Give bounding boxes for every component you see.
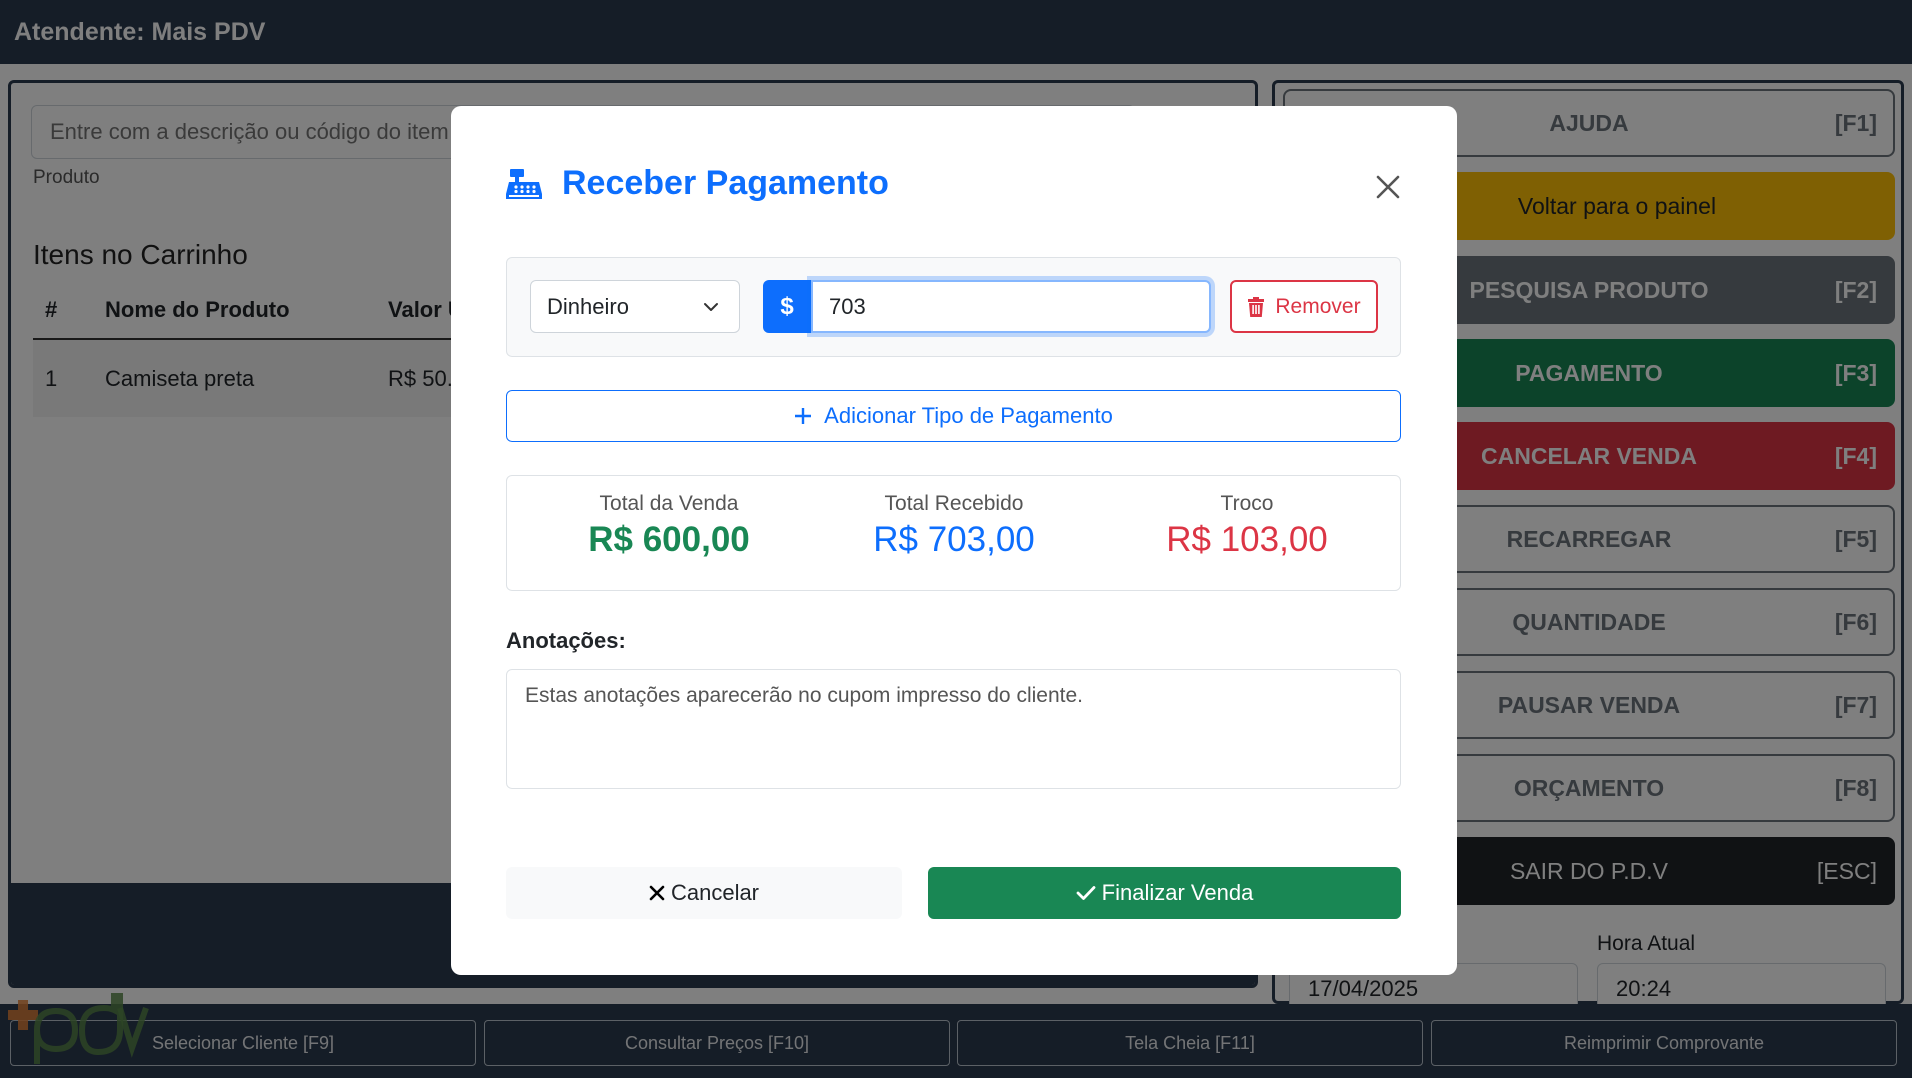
notes-label: Anotações:: [506, 628, 626, 653]
add-payment-type-label: Adicionar Tipo de Pagamento: [824, 403, 1113, 428]
remove-payment-button[interactable]: Remover: [1230, 280, 1378, 333]
modal-header: Receber Pagamento: [506, 164, 889, 203]
payment-method-select[interactable]: Dinheiro: [530, 280, 740, 333]
finalize-label: Finalizar Venda: [1101, 880, 1254, 905]
cash-register-icon: [506, 168, 542, 199]
check-icon: [1076, 886, 1096, 900]
chevron-down-icon: [704, 303, 718, 311]
total-sale-label: Total da Venda: [599, 492, 739, 515]
plus-icon: [795, 408, 812, 424]
add-payment-type-button[interactable]: Adicionar Tipo de Pagamento: [506, 390, 1401, 442]
modal-title: Receber Pagamento: [562, 164, 889, 202]
total-sale-summary: Total da Venda R$ 600,00: [539, 492, 799, 560]
change-value: R$ 103,00: [1166, 520, 1328, 559]
change-label: Troco: [1220, 492, 1274, 515]
x-icon: [649, 885, 665, 901]
receive-payment-modal: Receber Pagamento Dinheiro $ 703 Remover: [451, 106, 1457, 975]
total-sale-value: R$ 600,00: [588, 520, 750, 559]
total-received-value: R$ 703,00: [873, 520, 1035, 559]
finalize-sale-button[interactable]: Finalizar Venda: [928, 867, 1401, 919]
payment-summary: Total da Venda R$ 600,00 Total Recebido …: [506, 475, 1401, 591]
cancel-button[interactable]: Cancelar: [506, 867, 902, 919]
change-summary: Troco R$ 103,00: [1117, 492, 1377, 560]
notes-textarea[interactable]: Estas anotações aparecerão no cupom impr…: [506, 669, 1401, 789]
close-icon[interactable]: [1373, 172, 1403, 202]
payment-amount-input[interactable]: 703: [811, 280, 1211, 333]
remove-label: Remover: [1275, 294, 1361, 318]
payment-method-value: Dinheiro: [547, 293, 629, 319]
total-received-label: Total Recebido: [884, 492, 1024, 515]
payment-row: Dinheiro $ 703 Remover: [506, 257, 1401, 357]
trash-icon: [1248, 296, 1265, 317]
cancel-label: Cancelar: [670, 880, 760, 905]
total-received-summary: Total Recebido R$ 703,00: [824, 492, 1084, 560]
currency-addon: $: [763, 280, 811, 333]
